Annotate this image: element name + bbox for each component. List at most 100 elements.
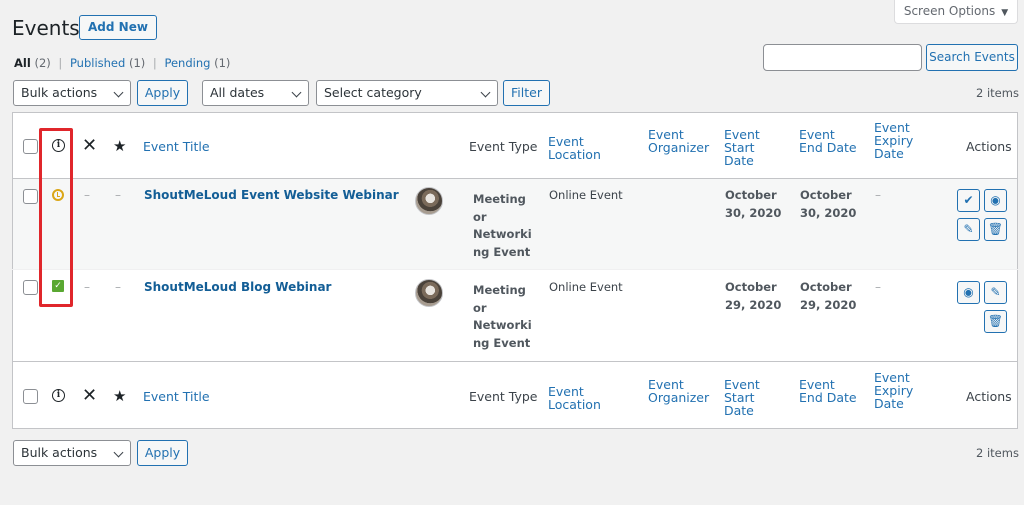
view-all-link[interactable]: All	[14, 56, 31, 70]
column-actions: Actions	[966, 389, 1012, 404]
footer-divider	[12, 361, 1018, 362]
category-filter-select[interactable]: Select category	[316, 80, 498, 106]
view-published-count: (1)	[128, 56, 146, 70]
event-type-line: ng Event	[473, 335, 531, 350]
dash: –	[84, 188, 90, 202]
bulk-actions-value: Bulk actions	[21, 445, 98, 460]
trash-icon: 🗑	[987, 222, 1004, 236]
search-events-button[interactable]: Search Events	[926, 44, 1018, 71]
items-count-top: 2 items	[976, 86, 1019, 100]
bulk-actions-select-top[interactable]: Bulk actions	[13, 80, 131, 106]
select-all-checkbox[interactable]	[23, 139, 38, 154]
event-type-line: Meeting	[473, 192, 526, 206]
date-line: October	[725, 188, 777, 202]
view-all-count: (2)	[34, 56, 51, 70]
event-location-cell: Online Event	[549, 188, 623, 202]
date-line: October	[800, 188, 852, 202]
dates-filter-select[interactable]: All dates	[202, 80, 309, 106]
column-event-expiry-date[interactable]: Event Expiry Date	[874, 371, 922, 410]
date-line: 30, 2020	[725, 205, 782, 220]
star-icon: ★	[113, 137, 127, 155]
event-type-cell: Meeting or Networki ng Event	[473, 191, 533, 261]
column-event-organizer[interactable]: Event Organizer	[648, 128, 710, 154]
items-count-bottom: 2 items	[976, 446, 1019, 460]
date-line: October	[725, 280, 777, 294]
event-location-cell: Online Event	[549, 280, 623, 294]
row-checkbox[interactable]	[23, 280, 38, 295]
view-button[interactable]: ◉	[984, 189, 1007, 212]
row-checkbox[interactable]	[23, 189, 38, 204]
column-event-expiry-date[interactable]: Event Expiry Date	[874, 121, 922, 160]
event-type-line: Meeting	[473, 283, 526, 297]
event-title-link[interactable]: ShoutMeLoud Event Website Webinar	[144, 188, 399, 202]
avatar	[415, 279, 443, 307]
add-new-button[interactable]: Add New	[79, 15, 157, 40]
chevron-down-icon	[113, 447, 124, 458]
column-event-end-date[interactable]: Event End Date	[799, 128, 861, 154]
check-icon: ✔	[963, 193, 974, 207]
chevron-down-icon	[113, 87, 124, 98]
event-type-line: Networki	[473, 318, 532, 332]
column-event-organizer[interactable]: Event Organizer	[648, 378, 710, 404]
column-event-title[interactable]: Event Title	[143, 140, 210, 153]
eye-icon: ◉	[963, 285, 974, 299]
dates-filter-value: All dates	[210, 85, 265, 100]
search-input[interactable]	[763, 44, 922, 71]
event-title-link[interactable]: ShoutMeLoud Blog Webinar	[144, 280, 331, 294]
column-event-type: Event Type	[469, 389, 538, 404]
column-event-location[interactable]: Event Location	[548, 385, 638, 411]
delete-button[interactable]: 🗑	[984, 310, 1007, 333]
close-icon: ✕	[82, 385, 98, 406]
date-line: 30, 2020	[800, 205, 857, 220]
pencil-icon: ✎	[963, 222, 974, 236]
chevron-down-icon	[480, 87, 491, 98]
event-expiry-date-cell: –	[875, 188, 881, 202]
screen-options-button[interactable]: Screen Options ▼	[894, 0, 1018, 24]
date-line: October	[800, 280, 852, 294]
close-icon: ✕	[82, 135, 98, 156]
column-event-location[interactable]: Event Location	[548, 135, 638, 161]
dash: –	[115, 188, 121, 202]
date-line: 29, 2020	[800, 297, 857, 312]
event-expiry-date-cell: –	[875, 280, 881, 294]
column-actions: Actions	[966, 139, 1012, 154]
eye-icon: ◉	[990, 193, 1001, 207]
event-type-line: ng Event	[473, 244, 531, 259]
events-table	[12, 112, 1018, 429]
event-end-date-cell: October 30, 2020	[800, 187, 856, 222]
event-type-line: Networki	[473, 227, 532, 241]
column-event-title[interactable]: Event Title	[143, 390, 210, 403]
column-event-type: Event Type	[469, 139, 538, 154]
trash-icon: 🗑	[987, 314, 1004, 328]
event-end-date-cell: October 29, 2020	[800, 279, 856, 314]
dash: –	[84, 280, 90, 294]
edit-button[interactable]: ✎	[984, 281, 1007, 304]
apply-button-top[interactable]: Apply	[137, 80, 188, 106]
chevron-down-icon	[291, 87, 302, 98]
bulk-actions-value: Bulk actions	[21, 85, 98, 100]
category-filter-value: Select category	[324, 85, 422, 100]
view-button[interactable]: ◉	[957, 281, 980, 304]
event-start-date-cell: October 30, 2020	[725, 187, 781, 222]
apply-button-bottom[interactable]: Apply	[137, 440, 188, 466]
status-views: All (2) | Published (1) | Pending (1)	[14, 56, 230, 70]
highlight-annotation	[39, 128, 73, 307]
screen-options-label: Screen Options	[903, 4, 996, 18]
event-type-cell: Meeting or Networki ng Event	[473, 282, 533, 352]
bulk-actions-select-bottom[interactable]: Bulk actions	[13, 440, 131, 466]
filter-button[interactable]: Filter	[503, 80, 550, 106]
column-event-end-date[interactable]: Event End Date	[799, 378, 861, 404]
star-icon: ★	[113, 387, 127, 405]
view-pending-count: (1)	[214, 56, 231, 70]
edit-button[interactable]: ✎	[957, 218, 980, 241]
column-event-start-date[interactable]: Event Start Date	[724, 378, 788, 417]
view-pending-link[interactable]: Pending	[164, 56, 210, 70]
event-start-date-cell: October 29, 2020	[725, 279, 781, 314]
delete-button[interactable]: 🗑	[984, 218, 1007, 241]
column-event-start-date[interactable]: Event Start Date	[724, 128, 788, 167]
pencil-icon: ✎	[990, 285, 1001, 299]
view-published-link[interactable]: Published	[70, 56, 125, 70]
approve-button[interactable]: ✔	[957, 189, 980, 212]
avatar	[415, 187, 443, 215]
select-all-checkbox-footer[interactable]	[23, 389, 38, 404]
